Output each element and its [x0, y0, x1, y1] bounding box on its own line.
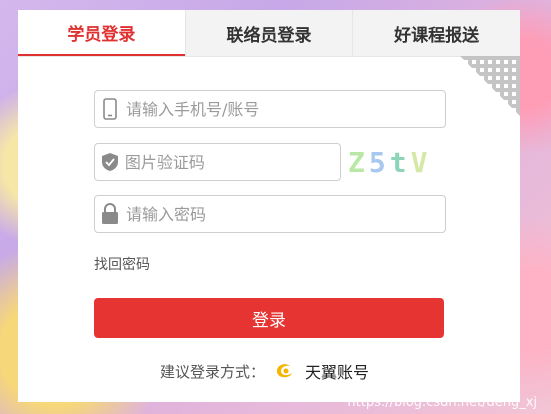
captcha-char: 5: [368, 145, 390, 179]
phone-icon: [95, 98, 126, 120]
password-field[interactable]: [94, 195, 446, 233]
forgot-password-link[interactable]: 找回密码: [94, 254, 150, 274]
captcha-char: t: [389, 145, 411, 179]
tab-student-login[interactable]: 学员登录: [18, 10, 185, 56]
suggested-login-label: 建议登录方式：: [160, 362, 266, 381]
login-tabs: 学员登录 联络员登录 好课程报送: [18, 10, 520, 57]
tab-course-report[interactable]: 好课程报送: [352, 10, 520, 56]
captcha-char: V: [410, 145, 432, 179]
watermark-text: https://blog.csdn.net/deng_xj: [347, 395, 537, 410]
tianyi-logo-icon: [277, 364, 293, 378]
phone-account-input[interactable]: [125, 99, 445, 119]
captcha-input[interactable]: [124, 152, 340, 172]
shield-check-icon: [95, 152, 125, 172]
lock-icon: [95, 203, 126, 225]
captcha-image[interactable]: Z 5 t V: [348, 144, 438, 180]
qr-code-corner-icon[interactable]: [460, 56, 520, 116]
login-button[interactable]: 登录: [94, 298, 444, 338]
tab-liaison-login[interactable]: 联络员登录: [184, 10, 353, 56]
suggested-login: 建议登录方式： 天翼账号: [160, 359, 369, 383]
tianyi-account-label: 天翼账号: [305, 363, 370, 382]
captcha-char: Z: [348, 145, 369, 179]
login-panel: 学员登录 联络员登录 好课程报送 Z 5 t V 找回密码 登录 建议登录方式：: [18, 10, 520, 402]
phone-account-field[interactable]: [94, 90, 446, 128]
tianyi-account-link[interactable]: 天翼账号: [275, 359, 369, 383]
captcha-field[interactable]: [94, 143, 341, 181]
password-input[interactable]: [125, 204, 445, 224]
